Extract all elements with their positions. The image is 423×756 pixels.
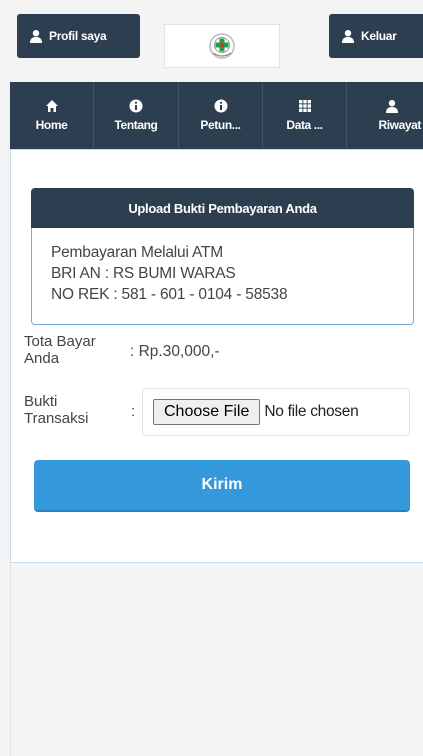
file-status-text: No file chosen <box>264 403 359 420</box>
user-icon <box>30 30 42 43</box>
total-bayar-label: Tota Bayar Anda <box>24 333 96 367</box>
kirim-button[interactable]: Kirim <box>34 460 410 512</box>
user-icon <box>342 30 354 43</box>
nav-item-data[interactable]: Data ... <box>263 82 347 149</box>
nav-label-tentang: Tentang <box>114 118 158 132</box>
nav-label-home: Home <box>35 118 68 132</box>
info-icon <box>129 99 143 113</box>
nav-label-data: Data ... <box>286 118 323 132</box>
bukti-transaksi-label: Bukti Transaksi <box>24 393 88 427</box>
hospital-logo-icon <box>209 33 235 59</box>
nav-item-home[interactable]: Home <box>10 82 94 149</box>
nav-label-petunjuk: Petun... <box>200 118 241 132</box>
nav-item-tentang[interactable]: Tentang <box>94 82 179 149</box>
account-number-text: NO REK : 581 - 601 - 0104 - 58538 <box>51 286 288 303</box>
profil-saya-button[interactable]: Profil saya <box>17 14 140 58</box>
nav-label-riwayat: Riwayat <box>378 118 421 132</box>
profil-saya-label: Profil saya <box>49 29 107 43</box>
nav-item-riwayat[interactable]: Riwayat <box>347 82 423 149</box>
info-icon <box>214 99 227 113</box>
grid-icon <box>298 100 311 112</box>
total-bayar-label-line1: Tota Bayar <box>24 333 96 350</box>
main-nav: Home Tentang Petun... Data ... Riwayat <box>10 82 423 149</box>
choose-file-button[interactable]: Choose File <box>153 399 261 425</box>
account-name-text: BRI AN : RS BUMI WARAS <box>51 265 236 282</box>
page-edge <box>10 563 11 756</box>
total-bayar-label-line2: Anda <box>24 350 60 367</box>
bukti-colon: : <box>131 403 136 420</box>
keluar-button[interactable]: Keluar <box>329 14 423 58</box>
top-bar: Profil saya Keluar <box>0 0 423 82</box>
bukti-transaksi-label-line1: Bukti <box>24 393 58 410</box>
user-icon <box>386 100 398 113</box>
hospital-logo <box>164 24 280 68</box>
bukti-file-input[interactable]: Choose File No file chosen <box>142 388 410 436</box>
home-icon <box>45 100 58 112</box>
payment-info-card: Pembayaran Melalui ATM BRI AN : RS BUMI … <box>31 228 414 325</box>
bukti-transaksi-label-line2: Transaksi <box>24 410 89 427</box>
nav-item-petunjuk[interactable]: Petun... <box>179 82 263 149</box>
upload-card-title: Upload Bukti Pembayaran Anda <box>31 188 414 228</box>
total-bayar-value: : Rp.30,000,- <box>130 343 220 360</box>
payment-method-text: Pembayaran Melalui ATM <box>51 244 223 261</box>
keluar-label: Keluar <box>361 29 397 43</box>
